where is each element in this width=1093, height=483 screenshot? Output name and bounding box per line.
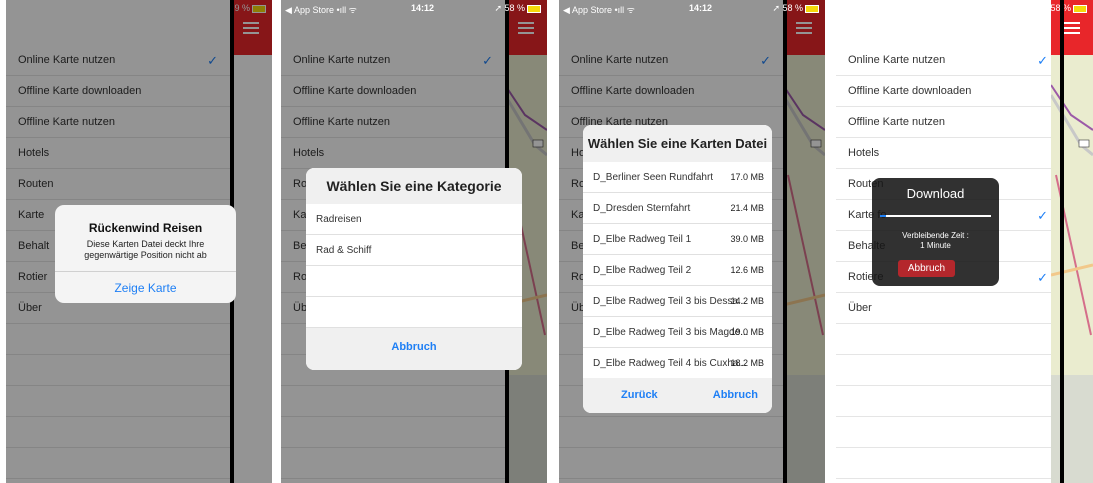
battery-icon [527,4,541,13]
show-map-button[interactable]: Zeige Karte [55,281,236,295]
menu-item-label: Online Karte nutzen [848,54,946,66]
category-option[interactable]: Radreisen [306,204,522,235]
file-row[interactable]: D_Elbe Radweg Teil 2 12.6 MB [583,255,772,286]
menu-empty-row [836,355,1060,386]
category-option[interactable]: Rad & Schiff [306,235,522,266]
battery-indicator: ➚ 58 % [494,3,541,14]
alert-message: Diese Karten Datei deckt Ihre gegenwärti… [84,239,207,260]
picker-title: Wählen Sie eine Kategorie [306,168,522,204]
remaining-time-value: 1 Minute [920,241,951,250]
status-bar: ◀ App Store •ıll ᯤ 14:12 ➚ 58 % [281,0,547,18]
screen-2: Online Karte nutzen ✓ Offline Karte downl… [281,0,547,483]
menu-item-label: Hotels [848,147,880,159]
remaining-time-label: Verbleibende Zeit : [902,231,969,240]
status-bar: ➚ 58 % [836,0,1093,18]
menu-item-offline-download[interactable]: Offline Karte downloaden [836,76,1060,107]
file-size: 18.2 MB [730,358,764,368]
file-row[interactable]: D_Dresden Sternfahrt 21.4 MB [583,193,772,224]
status-bar: ◀ App Store •ıll ᯤ 14:12 ➚ 58 % [559,0,825,18]
wifi-icon: ᯤ [348,5,357,15]
battery-indicator: ➚ 58 % [772,3,819,14]
hamburger-menu-icon[interactable] [1064,22,1080,34]
file-size: 39.0 MB [730,234,764,244]
file-size: 14.2 MB [730,296,764,306]
menu-item-hotels[interactable]: Hotels [836,138,1060,169]
cancel-button[interactable]: Abbruch [713,378,758,413]
file-picker: Wählen Sie eine Karten Datei D_Berliner … [583,125,772,413]
menu-empty-row [836,386,1060,417]
battery-icon [1073,4,1087,13]
empty-row [306,266,522,297]
clock: 14:12 [689,3,713,13]
picker-footer: Zurück Abbruch [583,378,772,413]
menu-item-label: Offline Karte nutzen [848,116,946,128]
alert-dialog: Rückenwind Reisen Diese Karten Datei dec… [55,205,236,303]
menu-item-online-karte[interactable]: Online Karte nutzen ✓ [836,45,1060,76]
map-graphic [1051,84,1093,483]
menu-divider [1060,0,1064,483]
battery-icon [805,4,819,13]
screen-3: Online Karte nutzen ✓ Offline Karte downl… [559,0,825,483]
back-to-app-store[interactable]: ◀ App Store •ıll ᯤ [285,3,357,16]
abort-button[interactable]: Abbruch [898,260,955,277]
menu-item-offline-nutzen[interactable]: Offline Karte nutzen [836,107,1060,138]
screen-4: Online Karte nutzen ✓ Offline Karte downl… [836,0,1093,483]
checkmark-icon: ✓ [1037,208,1048,223]
clock: 14:12 [411,3,435,13]
file-size: 21.4 MB [730,203,764,213]
file-row[interactable]: D_Elbe Radweg Teil 3 bis Magde... 19.0 MB [583,317,772,348]
file-size: 12.6 MB [730,265,764,275]
map-view[interactable] [1051,55,1093,483]
back-button[interactable]: Zurück [621,378,658,413]
menu-empty-row [836,324,1060,355]
menu-item-label: Über [848,302,872,314]
picker-title: Wählen Sie eine Karten Datei [583,125,772,162]
wifi-icon: ᯤ [626,5,635,15]
cancel-button[interactable]: Abbruch [306,328,522,370]
menu-item-ueber[interactable]: Über [836,293,1060,324]
checkmark-icon: ✓ [1037,270,1048,285]
file-row[interactable]: D_Elbe Radweg Teil 4 bis Cuxha... 18.2 MB [583,348,772,378]
category-picker: Wählen Sie eine Kategorie Radreisen Rad … [306,168,522,370]
file-row[interactable]: D_Berliner Seen Rundfahrt 17.0 MB [583,162,772,193]
empty-row [306,297,522,328]
progress-track [880,215,991,217]
download-progress-dialog: Download Verbleibende Zeit : 1 Minute Ab… [872,178,999,286]
file-size: 17.0 MB [730,172,764,182]
progress-fill [880,215,886,217]
file-list[interactable]: D_Berliner Seen Rundfahrt 17.0 MB D_Dresd… [583,162,772,378]
screen-1: Online Karte nutzen ✓ Offline Karte downl… [6,0,272,483]
download-title: Download [906,186,965,201]
menu-item-label: Offline Karte downloaden [848,85,972,97]
file-row[interactable]: D_Elbe Radweg Teil 3 bis Dessa... 14.2 MB [583,286,772,317]
file-size: 19.0 MB [730,327,764,337]
alert-title: Rückenwind Reisen [88,221,203,235]
file-row[interactable]: D_Elbe Radweg Teil 1 39.0 MB [583,224,772,255]
menu-empty-row [836,417,1060,448]
back-to-app-store[interactable]: ◀ App Store •ıll ᯤ [563,3,635,16]
checkmark-icon: ✓ [1037,53,1048,68]
menu-empty-row [836,448,1060,479]
